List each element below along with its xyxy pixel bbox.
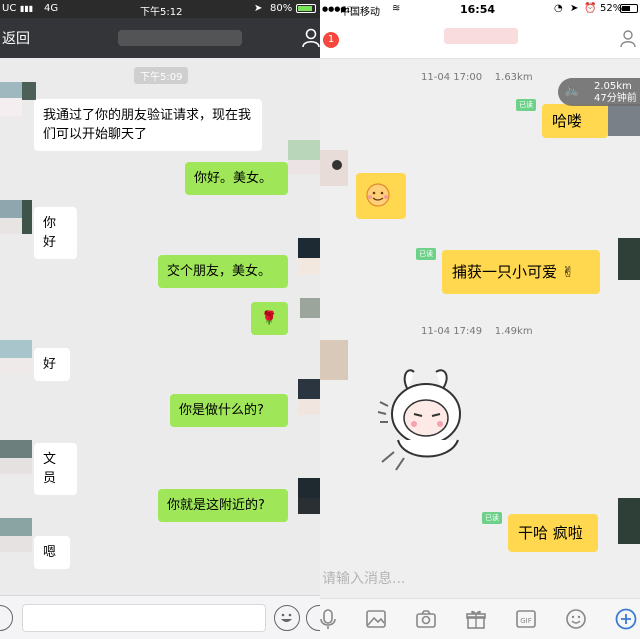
chat-timestamp: 下午5:09: [134, 67, 189, 84]
meta-time: 11-04 17:00: [421, 72, 483, 83]
message-bubble-outgoing[interactable]: 🌹: [251, 302, 288, 335]
nav-bar: 返回: [0, 18, 320, 58]
message-input[interactable]: [22, 604, 266, 632]
location-icon: ➤: [570, 3, 579, 14]
lock-icon: ◔: [554, 3, 563, 14]
avatar[interactable]: [288, 238, 320, 274]
emoji-icon[interactable]: [274, 605, 300, 631]
mic-icon[interactable]: [320, 607, 340, 631]
avatar[interactable]: [288, 478, 320, 514]
gift-icon[interactable]: [464, 607, 488, 631]
avatar[interactable]: [0, 200, 32, 234]
distance-chip: 🚲 2.05km 47分钟前: [558, 78, 640, 106]
wifi-icon: ≋: [392, 3, 401, 14]
status-bar: ●●●●○ 中国移动 ≋ 16:54 ◔ ➤ ⏰ 52%: [320, 0, 640, 18]
avatar[interactable]: [288, 298, 320, 332]
image-icon[interactable]: [364, 607, 388, 631]
message-bubble-incoming[interactable]: 嗯: [34, 536, 70, 569]
battery-percent: 52%: [600, 3, 623, 14]
message-bubble-outgoing[interactable]: 你就是这附近的?: [158, 489, 288, 522]
avatar[interactable]: [288, 379, 320, 415]
message-bubble-outgoing[interactable]: 交个朋友，美女。: [158, 255, 288, 288]
message-input[interactable]: 请输入消息...: [322, 568, 405, 588]
avatar[interactable]: [0, 82, 36, 116]
contact-info-icon[interactable]: [302, 28, 320, 48]
avatar[interactable]: [618, 238, 640, 280]
avatar[interactable]: [618, 498, 640, 544]
read-tag: 已读: [416, 248, 436, 260]
battery-percent: 80%: [270, 3, 293, 14]
message-bubble-incoming[interactable]: 你好: [34, 207, 77, 259]
unread-badge[interactable]: 1: [323, 32, 339, 48]
message-meta: 11-04 17:49 1.49km: [421, 326, 533, 337]
read-tag: 已读: [482, 512, 502, 524]
meta-time: 11-04 17:49: [421, 326, 483, 337]
profile-icon[interactable]: [620, 30, 636, 48]
meta-distance: 1.63km: [494, 72, 533, 83]
avatar[interactable]: [320, 340, 348, 380]
message-bubble-outgoing[interactable]: 干哈 疯啦: [508, 514, 598, 552]
back-button[interactable]: 返回: [2, 28, 30, 48]
alarm-icon: ⏰: [584, 3, 597, 14]
plus-icon[interactable]: [306, 605, 320, 631]
right-chat-screenshot: ●●●●○ 中国移动 ≋ 16:54 ◔ ➤ ⏰ 52% 1 11-04 17:…: [320, 0, 640, 639]
contact-name-blurred: [118, 30, 242, 46]
status-time: 16:54: [460, 3, 496, 16]
bike-icon: 🚲: [564, 83, 579, 97]
small-emoji-icon: [332, 160, 342, 170]
avatar[interactable]: [288, 140, 320, 174]
meta-distance: 1.49km: [494, 326, 533, 337]
smiley-sticker-icon: [366, 183, 390, 207]
message-bubble-outgoing[interactable]: 你是做什么的?: [170, 394, 288, 427]
input-bar: [0, 595, 320, 639]
emoji-icon[interactable]: [564, 607, 588, 631]
location-icon: ➤: [254, 3, 263, 14]
add-icon[interactable]: [614, 607, 638, 631]
carrier-label: UC: [2, 3, 17, 14]
sticker-message[interactable]: [356, 173, 406, 219]
carrier-label: 中国移动: [340, 7, 380, 18]
read-tag: 已读: [516, 99, 536, 111]
status-bar: UC ▮▮▮ 4G 下午5:12 ➤ 80%: [0, 0, 320, 18]
battery-icon: [620, 4, 638, 13]
battery-icon: [296, 4, 316, 13]
input-toolbar: GIF: [320, 598, 640, 639]
message-bubble-outgoing[interactable]: 哈喽: [542, 104, 608, 138]
message-bubble-incoming[interactable]: 我通过了你的朋友验证请求，现在我们可以开始聊天了: [34, 99, 262, 151]
avatar[interactable]: [0, 440, 32, 474]
network-label: 4G: [44, 3, 59, 14]
signal-icon: ▮▮▮: [20, 4, 34, 13]
avatar[interactable]: [608, 104, 640, 136]
message-meta: 11-04 17:00 1.63km: [421, 72, 533, 83]
message-bubble-outgoing[interactable]: 捕获一只小可爱 ✌: [442, 250, 600, 294]
voice-icon[interactable]: [0, 605, 13, 631]
left-chat-screenshot: UC ▮▮▮ 4G 下午5:12 ➤ 80% 返回 下午5:09 我通过了你的朋…: [0, 0, 320, 639]
distance-value: 2.05km: [594, 81, 632, 92]
status-time: 下午5:12: [140, 7, 183, 18]
message-bubble-incoming[interactable]: 文员: [34, 443, 77, 495]
distance-time: 47分钟前: [594, 93, 637, 104]
svg-text:GIF: GIF: [520, 617, 532, 625]
avatar[interactable]: [0, 340, 32, 374]
avatar[interactable]: [0, 518, 32, 552]
camera-icon[interactable]: [414, 607, 438, 631]
input-area: 请输入消息...: [320, 556, 640, 598]
bunny-sticker-icon[interactable]: [374, 366, 482, 472]
contact-name-blurred: [444, 28, 518, 44]
nav-bar: 1: [320, 18, 640, 59]
message-bubble-incoming[interactable]: 好: [34, 348, 70, 381]
gif-icon[interactable]: GIF: [514, 607, 538, 631]
message-bubble-outgoing[interactable]: 你好。美女。: [185, 162, 288, 195]
